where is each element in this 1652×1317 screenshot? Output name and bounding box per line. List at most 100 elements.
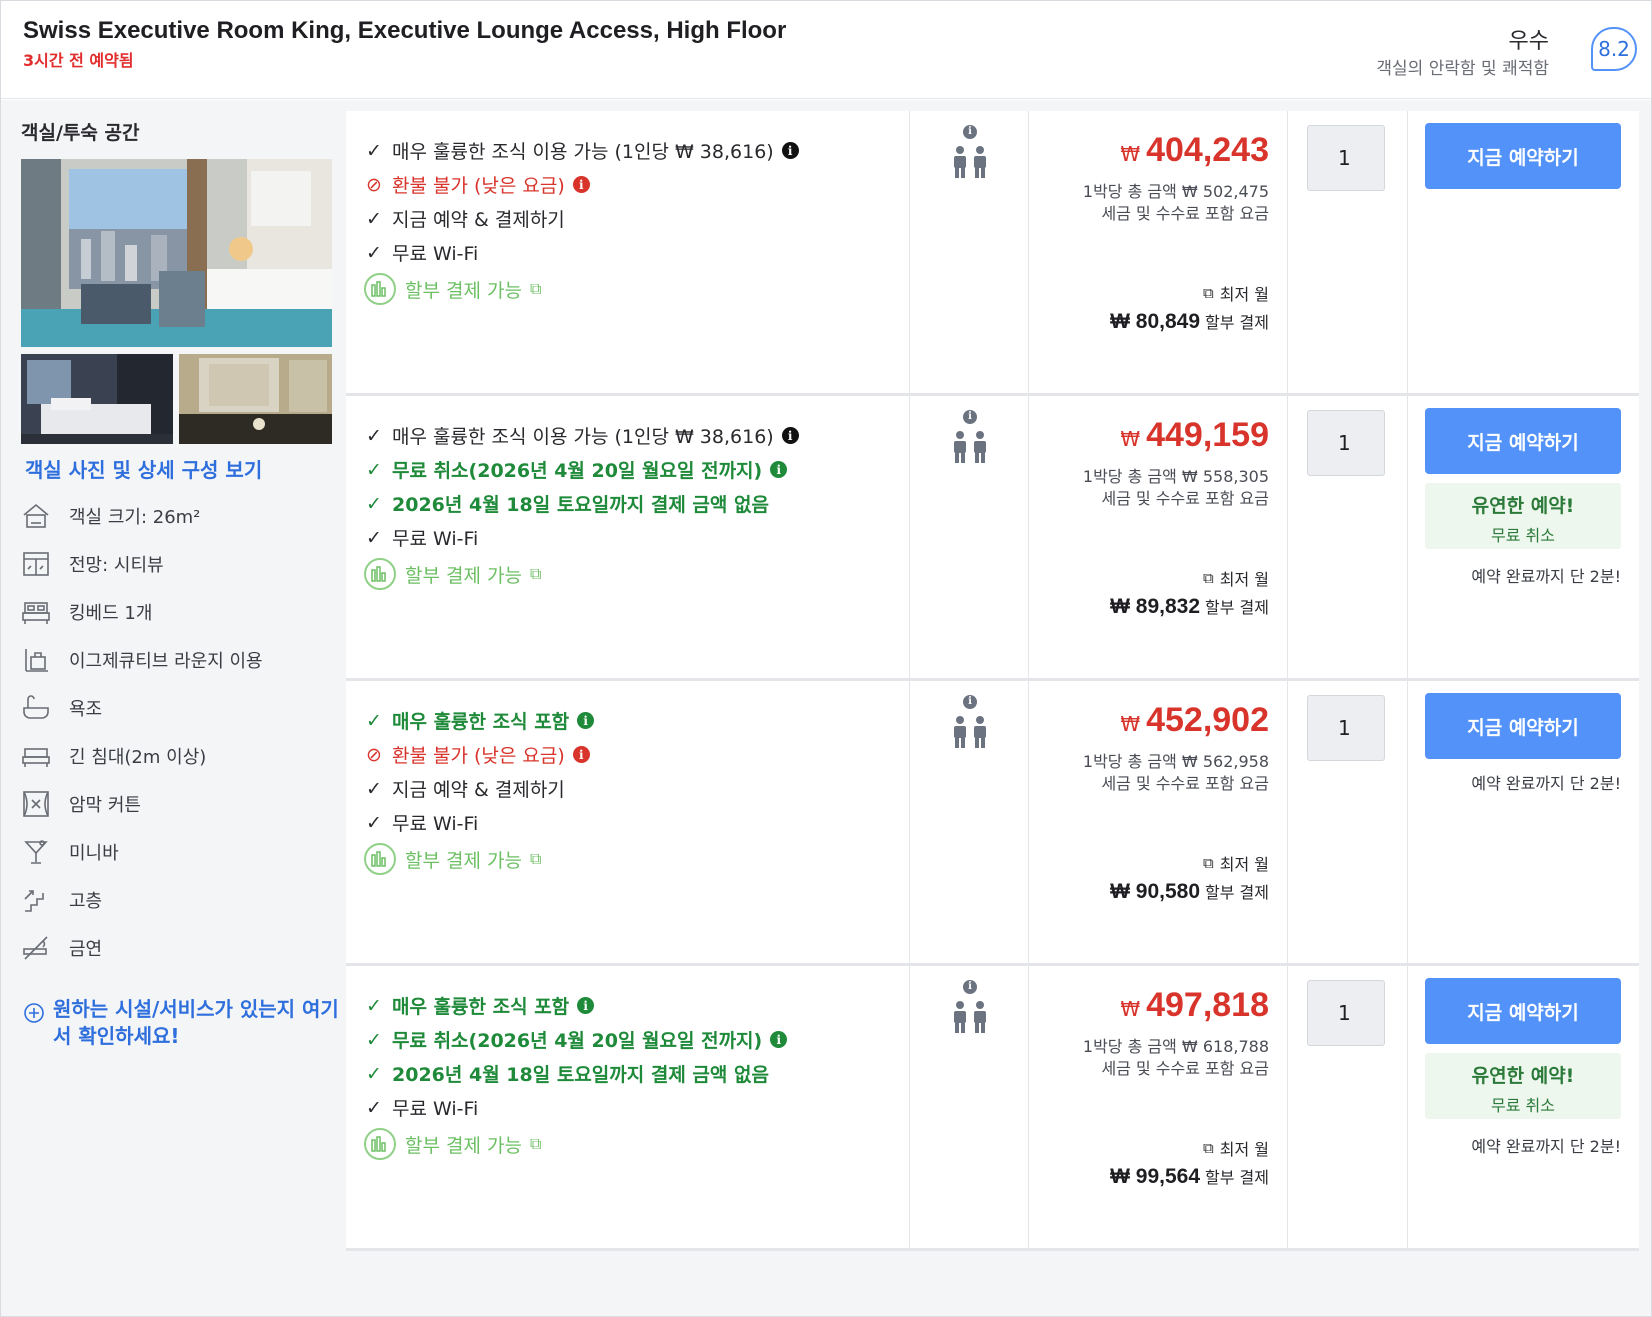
- benefit-text: 2026년 4월 18일 토요일까지 결제 금액 없음: [392, 1064, 769, 1086]
- room-photo-main[interactable]: [21, 159, 332, 347]
- benefit-text: 무료 Wi-Fi: [392, 813, 479, 835]
- installment-text: 할부 결제 가능: [405, 279, 522, 302]
- rating-category: 객실의 안락함 및 쾌적함: [1376, 59, 1549, 79]
- installment-link[interactable]: 할부 결제 가능 ⧉: [364, 558, 541, 590]
- rate-occupancy: i: [909, 681, 1028, 963]
- feature-label: 객실 크기: 26m²: [69, 507, 201, 528]
- rate-booking: 지금 예약하기: [1407, 111, 1639, 393]
- price-amount: 449,159: [1146, 416, 1269, 454]
- check-icon: ✓: [366, 1096, 382, 1119]
- check-icon: ✓: [366, 1062, 382, 1085]
- benefit-item: ✓ 지금 예약 & 결제하기: [364, 205, 565, 232]
- external-link-icon: ⧉: [1203, 854, 1214, 872]
- rate-occupancy: i: [909, 396, 1028, 678]
- room-header: Swiss Executive Room King, Executive Lou…: [1, 1, 1651, 99]
- monthly-amount: ₩ 80,849: [1110, 310, 1201, 333]
- installment-link[interactable]: 할부 결제 가능 ⧉: [364, 273, 541, 305]
- lowest-monthly-label[interactable]: ⧉ 최저 월: [1203, 1136, 1269, 1160]
- info-icon[interactable]: i: [577, 712, 595, 729]
- feature-label: 미니바: [69, 843, 119, 864]
- rating-score-badge: 8.2: [1591, 27, 1637, 71]
- info-icon[interactable]: i: [577, 997, 595, 1014]
- installment-icon: [364, 273, 396, 305]
- book-now-button[interactable]: 지금 예약하기: [1425, 693, 1621, 759]
- price-total: ₩497,818: [1120, 986, 1269, 1025]
- flexible-booking-badge: 유연한 예약! 무료 취소: [1425, 483, 1621, 549]
- room-photos-link[interactable]: 객실 사진 및 상세 구성 보기: [25, 454, 262, 483]
- book-now-button[interactable]: 지금 예약하기: [1425, 408, 1621, 474]
- room-photo-bedroom[interactable]: [21, 354, 173, 444]
- installment-link[interactable]: 할부 결제 가능 ⧉: [364, 843, 541, 875]
- room-photo-bathroom[interactable]: [179, 354, 332, 444]
- book-now-button[interactable]: 지금 예약하기: [1425, 978, 1621, 1044]
- external-link-icon: ⧉: [1203, 569, 1214, 587]
- info-icon[interactable]: i: [572, 746, 590, 763]
- room-quantity-select[interactable]: 1: [1307, 410, 1385, 476]
- installment-icon: [364, 558, 396, 590]
- benefit-text: 환불 불가 (낮은 요금): [392, 175, 565, 197]
- book-now-button[interactable]: 지금 예약하기: [1425, 123, 1621, 189]
- rate-price: ₩452,902 1박당 총 금액 ₩ 562,958 세금 및 수수료 포함 요금…: [1028, 681, 1287, 963]
- feature-lounge: 이그제큐티브 라운지 이용: [21, 636, 331, 684]
- price-amount: 497,818: [1146, 986, 1269, 1024]
- occupancy-indicator[interactable]: i: [952, 695, 988, 753]
- benefit-text: 무료 Wi-Fi: [392, 1098, 479, 1120]
- room-quantity-select[interactable]: 1: [1307, 980, 1385, 1046]
- lowest-monthly-label[interactable]: ⧉ 최저 월: [1203, 566, 1269, 590]
- feature-bathtub: 욕조: [21, 684, 331, 732]
- rate-quantity: 1: [1287, 966, 1407, 1248]
- currency-symbol: ₩: [1120, 712, 1141, 736]
- room-quantity-select[interactable]: 1: [1307, 695, 1385, 761]
- occupancy-info-icon: i: [963, 125, 977, 139]
- benefit-text: 지금 예약 & 결제하기: [392, 779, 565, 801]
- price-per-night: 1박당 총 금액 ₩ 558,305: [1082, 467, 1269, 486]
- occupancy-indicator[interactable]: i: [952, 125, 988, 183]
- room-body: 객실/투숙 공간 객실 사진 및 상세 구성 보기 객실 크기: 26m² 전망…: [1, 100, 1651, 1316]
- flexible-title: 유연한 예약!: [1471, 1065, 1575, 1087]
- info-icon[interactable]: i: [770, 1031, 788, 1048]
- rate-benefits: ✓ 매우 훌륭한 조식 포함 i ⊘ 환불 불가 (낮은 요금) i ✓ 지금 예약 & 결제…: [346, 681, 909, 963]
- external-link-icon: ⧉: [529, 279, 542, 298]
- feature-no-smoking: 금연: [21, 924, 331, 972]
- check-icon: ✓: [366, 492, 382, 515]
- benefit-text: 지금 예약 & 결제하기: [392, 209, 565, 231]
- high-floor-icon: [24, 890, 44, 912]
- installment-link[interactable]: 할부 결제 가능 ⧉: [364, 1128, 541, 1160]
- two-adults-icon: [954, 431, 986, 463]
- facility-check-text: 원하는 시설/서비스가 있는지 여기서 확인하세요!: [53, 997, 339, 1048]
- quick-booking-note: 예약 완료까지 단 2분!: [1471, 774, 1621, 793]
- price-total: ₩452,902: [1120, 701, 1269, 740]
- price-total: ₩404,243: [1120, 131, 1269, 170]
- check-icon: ✓: [366, 1028, 382, 1051]
- room-quantity-select[interactable]: 1: [1307, 125, 1385, 191]
- external-link-icon: ⧉: [1203, 284, 1214, 302]
- room-info-panel: 객실/투숙 공간 객실 사진 및 상세 구성 보기 객실 크기: 26m² 전망…: [1, 100, 341, 1316]
- info-icon[interactable]: i: [781, 142, 799, 159]
- quick-booking-note: 예약 완료까지 단 2분!: [1471, 1137, 1621, 1156]
- flexible-booking-badge: 유연한 예약! 무료 취소: [1425, 1053, 1621, 1119]
- check-icon: ✓: [366, 777, 382, 800]
- monthly-amount: ₩ 90,580: [1110, 880, 1201, 903]
- lowest-monthly-label[interactable]: ⧉ 최저 월: [1203, 851, 1269, 875]
- flexible-subtitle: 무료 취소: [1491, 1096, 1555, 1115]
- tax-note: 세금 및 수수료 포함 요금: [1101, 774, 1269, 793]
- room-card: Swiss Executive Room King, Executive Lou…: [0, 0, 1652, 1317]
- quick-booking-note: 예약 완료까지 단 2분!: [1471, 567, 1621, 586]
- lowest-monthly-label[interactable]: ⧉ 최저 월: [1203, 281, 1269, 305]
- facility-check-link[interactable]: 원하는 시설/서비스가 있는지 여기서 확인하세요!: [23, 996, 343, 1050]
- info-icon[interactable]: i: [770, 461, 788, 478]
- price-amount: 452,902: [1146, 701, 1269, 739]
- benefit-text: 매우 훌륭한 조식 이용 가능 (1인당 ₩ 38,616): [392, 426, 774, 448]
- benefit-text: 매우 훌륭한 조식 이용 가능 (1인당 ₩ 38,616): [392, 141, 774, 163]
- monthly-payment: ₩ 80,849 할부 결제: [1110, 309, 1269, 334]
- monthly-amount: ₩ 99,564: [1110, 1165, 1201, 1188]
- benefit-text: 매우 훌륭한 조식 포함: [392, 711, 570, 733]
- check-icon: ✓: [366, 994, 382, 1017]
- benefit-item: ✓ 무료 Wi-Fi: [364, 809, 478, 836]
- check-icon: ✓: [366, 811, 382, 834]
- occupancy-indicator[interactable]: i: [952, 980, 988, 1038]
- info-icon[interactable]: i: [572, 176, 590, 193]
- info-icon[interactable]: i: [781, 427, 799, 444]
- occupancy-indicator[interactable]: i: [952, 410, 988, 468]
- benefit-item: ✓ 무료 취소(2026년 4월 20일 월요일 전까지) i: [364, 456, 788, 483]
